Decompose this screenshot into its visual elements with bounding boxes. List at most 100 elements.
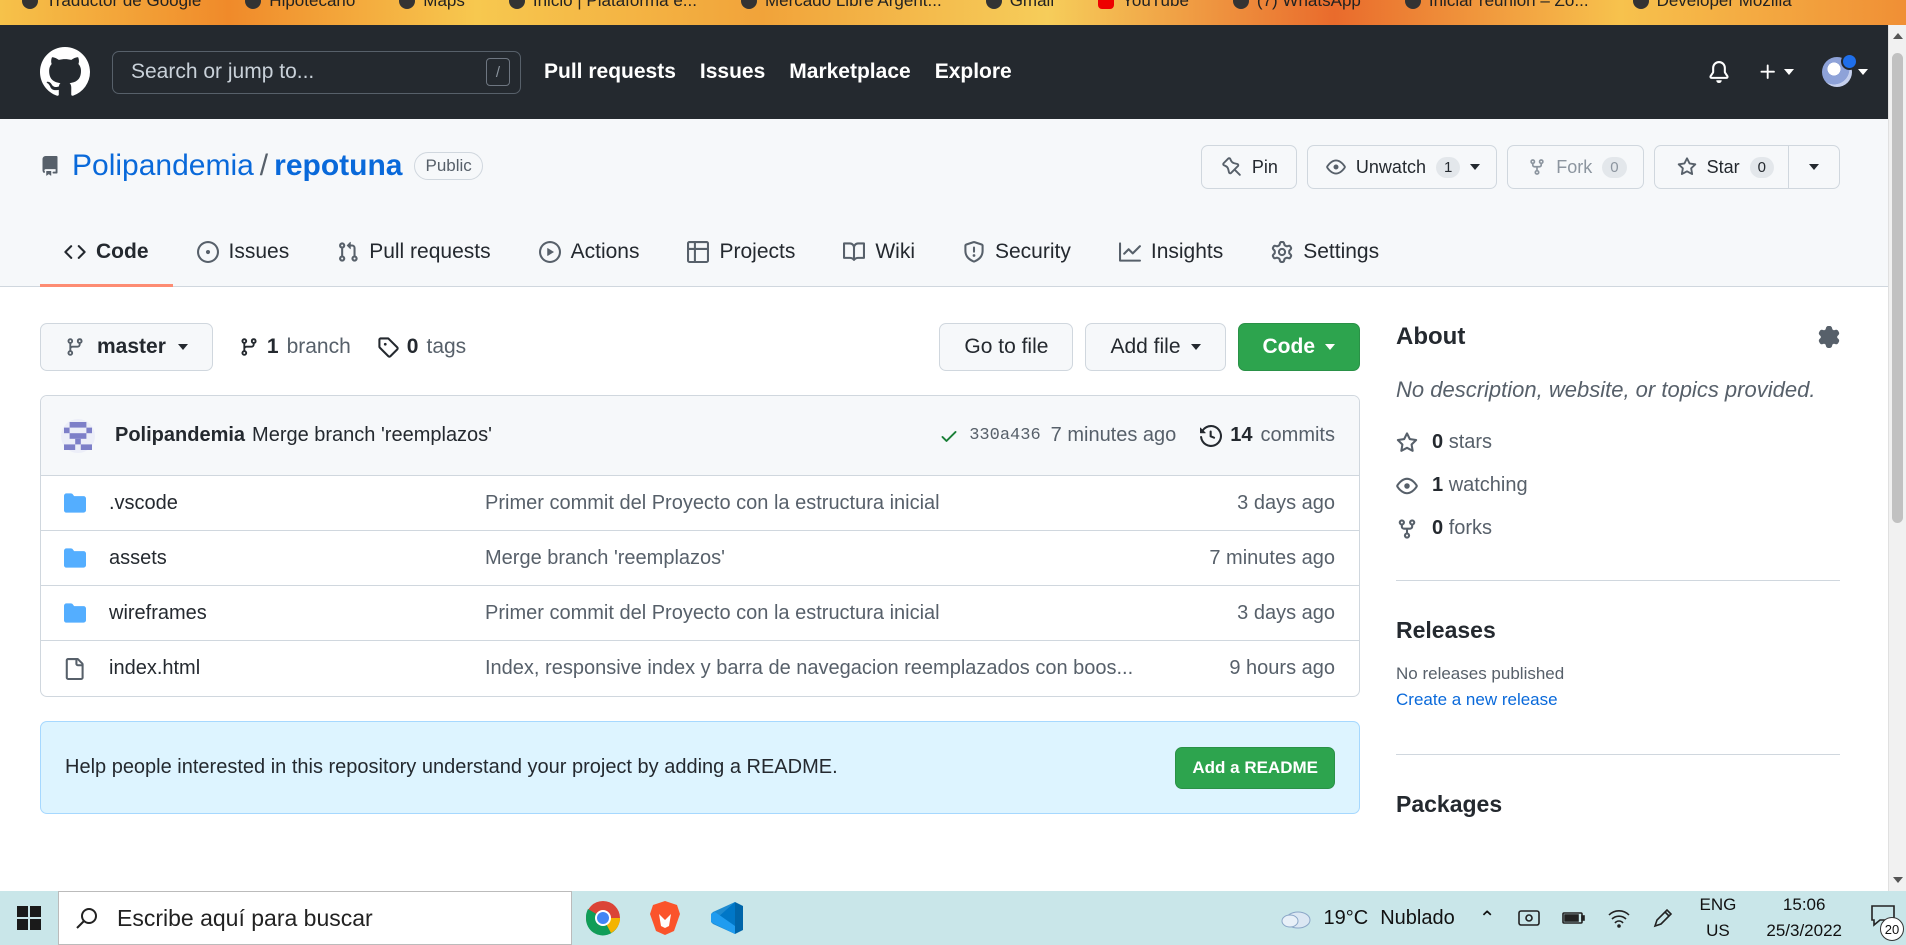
star-button[interactable]: Star 0	[1655, 146, 1789, 188]
file-name-link[interactable]: wireframes	[109, 602, 485, 625]
packages-heading[interactable]: Packages	[1396, 791, 1840, 818]
vertical-scrollbar[interactable]	[1888, 25, 1906, 891]
system-tray: 19°C Nublado ⌃ ENG US 15:06 25/3/2022 20	[1280, 891, 1906, 945]
forks-link[interactable]: 0 forks	[1396, 517, 1840, 540]
watchers-link[interactable]: 1 watching	[1396, 474, 1840, 497]
vscode-icon	[711, 902, 743, 934]
platform-icon	[508, 0, 525, 9]
tab-projects[interactable]: Projects	[663, 240, 819, 287]
nav-issues[interactable]: Issues	[700, 60, 765, 84]
file-name-link[interactable]: assets	[109, 547, 485, 570]
maps-icon	[399, 0, 416, 9]
bookmark-item[interactable]: (7) WhatsApp	[1211, 0, 1383, 11]
gear-icon[interactable]	[1818, 326, 1840, 348]
bookmark-item[interactable]: Inicio | Plataforma e...	[487, 0, 719, 11]
bell-icon[interactable]	[1708, 60, 1730, 84]
chevron-down-icon	[1190, 344, 1201, 350]
tab-actions[interactable]: Actions	[515, 240, 664, 287]
tab-issues[interactable]: Issues	[173, 240, 314, 287]
repo-name-link[interactable]: repotuna	[274, 149, 402, 183]
file-toolbar: master 1 branch 0 tags Go to file Add fi…	[40, 323, 1360, 371]
search-input[interactable]: Search or jump to... /	[112, 50, 521, 94]
fork-icon	[1398, 518, 1416, 539]
create-new-menu[interactable]	[1758, 62, 1794, 82]
chevron-up-icon[interactable]: ⌃	[1479, 906, 1496, 931]
scroll-up-icon[interactable]	[1893, 33, 1903, 39]
file-commit-message-link[interactable]: Primer commit del Proyecto con la estruc…	[485, 602, 1185, 625]
fork-button[interactable]: Fork 0	[1507, 145, 1644, 189]
meet-now-icon[interactable]	[1517, 908, 1540, 928]
nav-pull-requests[interactable]: Pull requests	[544, 60, 676, 84]
google-translate-icon	[22, 0, 38, 9]
clock-time: 15:06	[1782, 895, 1826, 914]
file-name-link[interactable]: .vscode	[109, 492, 485, 515]
pen-icon[interactable]	[1652, 907, 1674, 929]
user-menu[interactable]	[1822, 53, 1868, 87]
tab-security[interactable]: Security	[939, 240, 1095, 287]
tab-pull-requests[interactable]: Pull requests	[313, 240, 514, 287]
bookmark-item[interactable]: Traductor de Google	[0, 0, 223, 11]
bookmark-item[interactable]: Hipotecario	[223, 0, 377, 11]
releases-empty-text: No releases published	[1396, 664, 1565, 683]
go-to-file-button[interactable]: Go to file	[939, 323, 1074, 371]
repo-icon	[42, 156, 58, 176]
bookmark-item[interactable]: Maps	[377, 0, 487, 11]
taskbar-search-input[interactable]: Escribe aquí para buscar	[58, 891, 572, 945]
repo-owner-link[interactable]: Polipandemia	[72, 149, 254, 183]
unwatch-label: Unwatch	[1355, 156, 1426, 177]
bookmark-item[interactable]: Gmail	[964, 0, 1076, 11]
tab-insights[interactable]: Insights	[1095, 240, 1247, 287]
wifi-icon[interactable]	[1607, 908, 1630, 928]
commit-message-link[interactable]: Merge branch 'reemplazos'	[252, 424, 492, 447]
tab-code[interactable]: Code	[40, 240, 173, 287]
unwatch-button[interactable]: Unwatch 1	[1306, 145, 1498, 189]
code-button[interactable]: Code	[1237, 323, 1360, 371]
add-readme-button[interactable]: Add a README	[1175, 746, 1335, 789]
file-commit-message-link[interactable]: Merge branch 'reemplazos'	[485, 547, 1185, 570]
tags-link[interactable]: 0 tags	[377, 335, 466, 359]
file-name-link[interactable]: index.html	[109, 657, 485, 680]
commits-history-link[interactable]: 14 commits	[1200, 424, 1335, 447]
nav-explore[interactable]: Explore	[935, 60, 1012, 84]
windows-logo-icon	[17, 906, 41, 930]
notification-center-button[interactable]: 20	[1870, 903, 1904, 941]
repo-header: Polipandemia / repotuna Public Pin Unwat…	[0, 119, 1888, 287]
nav-marketplace[interactable]: Marketplace	[789, 60, 910, 84]
branches-link[interactable]: 1 branch	[239, 335, 351, 359]
vscode-taskbar-app[interactable]	[696, 891, 758, 945]
tab-settings[interactable]: Settings	[1247, 240, 1403, 287]
branch-select-button[interactable]: master	[40, 323, 213, 371]
bookmark-item[interactable]: Mercado Libre Argent...	[719, 0, 964, 11]
tab-wiki[interactable]: Wiki	[819, 240, 939, 287]
region-code: US	[1706, 921, 1730, 940]
releases-heading[interactable]: Releases	[1396, 617, 1840, 644]
commit-author-link[interactable]: Polipandemia	[115, 424, 245, 447]
pin-button[interactable]: Pin	[1200, 145, 1297, 189]
bookmark-item[interactable]: Developer Mozilla	[1611, 0, 1814, 11]
brave-lion-icon	[650, 901, 680, 935]
forks-count: 0	[1432, 517, 1444, 539]
add-file-button[interactable]: Add file	[1085, 323, 1226, 371]
create-release-link[interactable]: Create a new release	[1396, 690, 1840, 710]
bookmark-item[interactable]: YouTube	[1076, 0, 1211, 11]
bookmark-item[interactable]: Iniciar reunión – Zo...	[1383, 0, 1611, 11]
about-heading: About	[1396, 323, 1840, 351]
weather-widget[interactable]: 19°C Nublado	[1280, 906, 1455, 930]
file-commit-message-link[interactable]: Index, responsive index y barra de naveg…	[485, 657, 1185, 680]
chrome-taskbar-app[interactable]	[572, 891, 634, 945]
brave-taskbar-app[interactable]	[634, 891, 696, 945]
star-list-dropdown[interactable]	[1789, 146, 1839, 188]
scrollbar-thumb[interactable]	[1892, 53, 1903, 523]
book-icon	[843, 242, 866, 261]
stars-link[interactable]: 0 stars	[1396, 431, 1840, 454]
github-logo-icon[interactable]	[40, 47, 90, 97]
commit-hash-link[interactable]: 330a436	[969, 426, 1040, 445]
avatar[interactable]	[61, 418, 95, 453]
language-indicator[interactable]: ENG US	[1700, 892, 1737, 944]
file-commit-message-link[interactable]: Primer commit del Proyecto con la estruc…	[485, 492, 1185, 515]
scroll-down-icon[interactable]	[1893, 877, 1903, 883]
battery-icon[interactable]	[1561, 911, 1586, 925]
windows-start-button[interactable]	[0, 891, 58, 945]
check-icon[interactable]	[939, 426, 959, 446]
taskbar-clock[interactable]: 15:06 25/3/2022	[1766, 892, 1842, 944]
